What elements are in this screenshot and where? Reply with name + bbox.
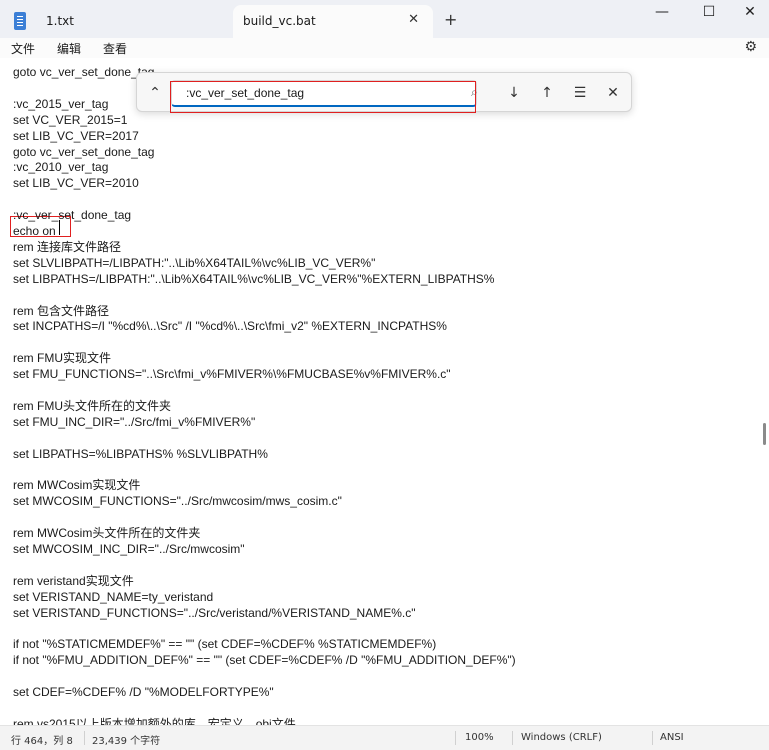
menu-edit[interactable]: 编辑	[57, 40, 81, 57]
menu-view[interactable]: 查看	[103, 40, 127, 57]
line-ending[interactable]: Windows (CRLF)	[521, 732, 602, 743]
close-tab-icon[interactable]: ✕	[408, 12, 419, 27]
code-line: set MWCOSIM_FUNCTIONS="../Src/mwcosim/mw…	[13, 494, 342, 509]
cursor-position: 行 464，列 8	[11, 736, 73, 747]
code-line: set LIB_VC_VER=2010	[13, 176, 139, 191]
code-line: rem veristand实现文件	[13, 573, 134, 588]
code-line: set LIBPATHS=/LIBPATH:"..\Lib%X64TAIL%\v…	[13, 271, 495, 286]
notepad-icon	[14, 12, 26, 30]
code-line: set VC_VER_2015=1	[13, 112, 128, 127]
code-line: rem MWCosim实现文件	[13, 478, 141, 493]
find-options-icon[interactable]: ☰	[569, 82, 591, 104]
code-line: rem MWCosim头文件所在的文件夹	[13, 526, 201, 541]
code-line: set FMU_INC_DIR="../Src/fmi_v%FMIVER%"	[13, 414, 256, 429]
status-divider	[652, 731, 653, 745]
code-line: goto vc_ver_set_done_tag	[13, 144, 155, 159]
vertical-scrollbar-thumb[interactable]	[763, 423, 766, 445]
text-editor[interactable]: goto vc_ver_set_done_tag :vc_2015_ver_tag…	[0, 58, 769, 725]
code-line: set CDEF=%CDEF% /D "%MODELFORTYPE%"	[13, 685, 274, 700]
tab-1-txt[interactable]: 1.txt	[0, 5, 225, 38]
close-find-icon[interactable]: ✕	[602, 82, 624, 104]
status-divider	[84, 731, 85, 745]
code-line: rem 连接库文件路径	[13, 239, 122, 254]
status-bar: 行 464，列 8 23,439 个字符 100% Windows (CRLF)…	[0, 725, 769, 750]
expand-replace-icon[interactable]: ⌃	[144, 82, 166, 104]
code-line: set VERISTAND_FUNCTIONS="../Src/veristan…	[13, 605, 416, 620]
code-line: :vc_ver_set_done_tag	[13, 208, 132, 223]
menu-file[interactable]: 文件	[11, 40, 35, 57]
search-icon[interactable]: ⌕	[471, 85, 478, 100]
find-previous-icon[interactable]: ↑	[536, 82, 558, 104]
tab-label: build_vc.bat	[243, 14, 316, 28]
minimize-icon[interactable]: —	[647, 4, 677, 24]
zoom-level[interactable]: 100%	[465, 732, 494, 743]
encoding[interactable]: ANSI	[660, 732, 684, 743]
code-line: echo on	[13, 224, 56, 238]
find-next-icon[interactable]: ↓	[503, 82, 525, 104]
title-bar: 1.txt build_vc.bat ✕ + — ☐ ✕	[0, 0, 769, 38]
code-line: if not "%STATICMEMDEF%" == "" (set CDEF=…	[13, 637, 437, 652]
close-window-icon[interactable]: ✕	[735, 4, 765, 24]
tab-build-vc-bat[interactable]: build_vc.bat ✕	[233, 5, 433, 38]
code-line: rem vs2015以上版本增加额外的库、宏定义、obj文件	[13, 716, 296, 725]
code-line: rem FMU实现文件	[13, 351, 111, 366]
code-line: set LIBPATHS=%LIBPATHS% %SLVLIBPATH%	[13, 446, 268, 461]
code-line: set VERISTAND_NAME=ty_veristand	[13, 589, 214, 604]
menu-bar: 文件 编辑 查看 ⚙	[0, 38, 769, 58]
code-line: set SLVLIBPATH=/LIBPATH:"..\Lib%X64TAIL%…	[13, 255, 376, 270]
code-line: if not "%FMU_ADDITION_DEF%" == "" (set C…	[13, 653, 516, 668]
code-line: rem FMU头文件所在的文件夹	[13, 398, 171, 413]
code-line: goto vc_ver_set_done_tag	[13, 65, 155, 79]
code-line: set MWCOSIM_INC_DIR="../Src/mwcosim"	[13, 542, 245, 556]
code-line: set LIB_VC_VER=2017	[13, 128, 139, 143]
maximize-icon[interactable]: ☐	[694, 4, 724, 24]
char-count: 23,439 个字符	[92, 736, 161, 747]
code-line: set INCPATHS=/I "%cd%\..\Src" /I "%cd%\.…	[13, 319, 447, 334]
tab-label: 1.txt	[46, 14, 74, 28]
code-line: :vc_2010_ver_tag	[13, 160, 109, 175]
new-tab-icon[interactable]: +	[444, 10, 457, 29]
status-divider	[455, 731, 456, 745]
code-line: rem 包含文件路径	[13, 303, 110, 318]
find-input[interactable]	[171, 80, 477, 107]
status-divider	[512, 731, 513, 745]
settings-gear-icon[interactable]: ⚙	[744, 39, 757, 55]
code-line: set FMU_FUNCTIONS="..\Src\fmi_v%FMIVER%\…	[13, 367, 451, 382]
code-line: :vc_2015_ver_tag	[13, 96, 109, 111]
find-bar: ⌃ ⌕ ↓ ↑ ☰ ✕	[136, 72, 632, 113]
